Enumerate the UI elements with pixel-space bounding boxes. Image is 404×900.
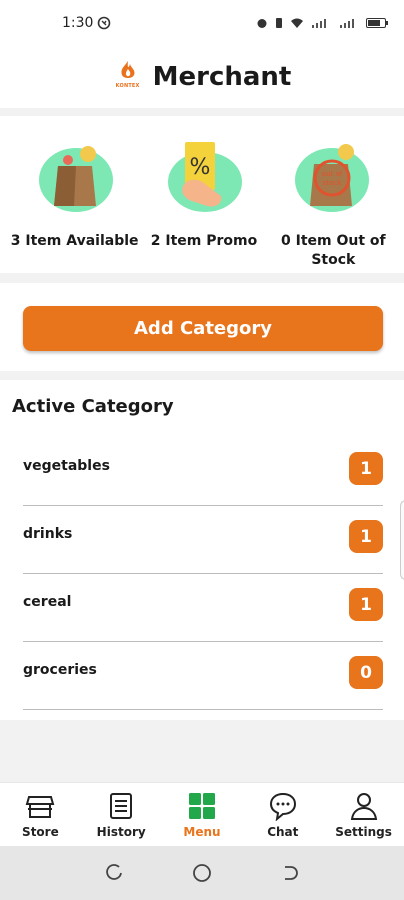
category-row-groceries[interactable]: groceries 0 [23,642,383,710]
nav-settings[interactable]: Settings [324,791,404,839]
app-header: KONTEX Merchant [0,46,404,108]
page-title: Merchant [152,62,292,92]
stat-promo[interactable]: % 2 Item Promo [139,138,268,273]
recent-apps-icon[interactable] [103,862,125,884]
out-of-stock-bag-icon: out of stock [295,144,370,212]
svg-text:out of: out of [322,170,343,178]
section-title: Active Category [12,396,174,417]
menu-grid-icon [188,793,215,819]
stat-label: 2 Item Promo [150,233,258,249]
category-count-badge: 1 [349,520,383,553]
store-icon [26,796,55,818]
nav-menu[interactable]: Menu [162,791,242,839]
nav-history[interactable]: History [81,791,161,839]
stat-available[interactable]: 3 Item Available [10,138,139,273]
chat-bubble-icon [269,792,296,821]
clock-time: 1:30 [62,15,94,31]
stat-label: 3 Item Available [10,233,139,249]
svg-text:%: % [190,155,211,180]
alarm-icon [257,19,267,28]
nav-label: Settings [335,825,392,839]
add-category-section: Add Category [0,283,404,371]
signal-icon [312,19,326,28]
category-count-badge: 0 [349,656,383,689]
category-name: groceries [23,662,97,678]
battery-icon [366,18,388,28]
sync-icon [98,16,111,30]
home-icon[interactable] [191,862,213,884]
status-bar: 1:30 [0,0,404,46]
user-settings-icon [350,793,377,820]
nav-store[interactable]: Store [0,791,80,839]
vibrate-icon [276,18,282,28]
grocery-bag-icon [38,146,113,212]
category-name: vegetables [23,458,110,474]
signal-icon-2 [340,19,354,28]
stats-panel: 3 Item Available % 2 Item Promo out of s… [0,116,404,273]
nav-label: History [96,825,146,839]
category-name: cereal [23,594,72,610]
wifi-icon [291,18,303,28]
active-category-section: Active Category vegetables 1 drinks 1 ce… [0,380,404,720]
add-category-button[interactable]: Add Category [23,306,383,351]
nav-label: Menu [183,825,221,839]
category-count-badge: 1 [349,588,383,621]
side-scroll-handle[interactable] [400,500,404,580]
bottom-nav: Store History Menu Chat Settings [0,782,404,846]
category-name: drinks [23,526,73,542]
promo-percent-icon: % [167,142,242,212]
category-row-vegetables[interactable]: vegetables 1 [23,438,383,506]
nav-label: Chat [267,825,299,839]
logo-text: KONTEX [115,83,140,89]
category-list: vegetables 1 drinks 1 cereal 1 groceries… [23,438,383,710]
stat-out-of-stock[interactable]: out of stock 0 Item Out of Stock [269,138,398,273]
nav-label: Store [22,825,59,839]
back-icon[interactable] [279,862,301,884]
flame-logo-icon [121,61,135,78]
category-row-cereal[interactable]: cereal 1 [23,574,383,642]
stat-label: 0 Item Out of Stock [281,233,386,268]
category-count-badge: 1 [349,452,383,485]
logo: KONTEX [113,59,143,95]
history-list-icon [110,793,133,819]
status-time: 1:30 [62,15,111,31]
system-nav-bar [0,846,404,900]
nav-chat[interactable]: Chat [243,791,323,839]
svg-text:stock: stock [323,179,343,187]
category-row-drinks[interactable]: drinks 1 [23,506,383,574]
status-icons [256,17,388,29]
